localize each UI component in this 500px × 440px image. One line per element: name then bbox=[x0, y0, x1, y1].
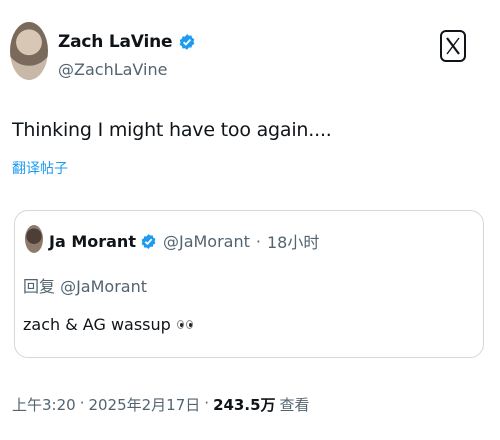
quoted-text: zach & AG wassup bbox=[23, 315, 171, 334]
tweet-text: Thinking I might have too again.... bbox=[12, 119, 332, 141]
post-date[interactable]: 2025年2月17日 bbox=[88, 394, 200, 415]
author-avatar[interactable] bbox=[10, 22, 48, 80]
author-name[interactable]: Zach LaVine bbox=[58, 32, 173, 52]
meta-separator: · bbox=[204, 394, 210, 412]
reply-to-label: 回复 @JaMorant bbox=[23, 277, 148, 296]
x-logo-icon[interactable] bbox=[440, 30, 466, 62]
verified-badge-icon bbox=[141, 233, 156, 249]
tweet-metadata: 上午3:20 · 2025年2月17日 · 243.5万 查看 bbox=[12, 394, 310, 415]
meta-separator: · bbox=[255, 231, 261, 251]
quoted-tweet-card[interactable]: Ja Morant @JaMorant · 18小时 回复 @JaMorant … bbox=[14, 210, 484, 358]
translate-post-link[interactable]: 翻译帖子 bbox=[12, 158, 68, 178]
verified-badge-icon bbox=[180, 34, 195, 50]
quoted-author-handle[interactable]: @JaMorant bbox=[163, 232, 250, 251]
eye-left bbox=[176, 320, 184, 329]
eye-right bbox=[185, 320, 193, 329]
view-count: 243.5万 bbox=[213, 396, 276, 414]
x-logo-glyph bbox=[446, 37, 460, 55]
eyes-icon bbox=[176, 320, 193, 329]
quoted-header: Ja Morant @JaMorant · 18小时 bbox=[49, 229, 319, 253]
author-handle[interactable]: @ZachLaVine bbox=[58, 60, 167, 79]
meta-separator: · bbox=[79, 394, 85, 412]
quoted-timestamp[interactable]: 18小时 bbox=[267, 229, 319, 253]
quoted-avatar[interactable] bbox=[25, 225, 43, 253]
views-label: 查看 bbox=[279, 396, 310, 414]
quoted-text-row: zach & AG wassup bbox=[23, 315, 193, 334]
post-time[interactable]: 上午3:20 bbox=[12, 394, 76, 415]
quoted-author-name[interactable]: Ja Morant bbox=[49, 232, 136, 251]
author-name-row: Zach LaVine bbox=[58, 32, 196, 52]
